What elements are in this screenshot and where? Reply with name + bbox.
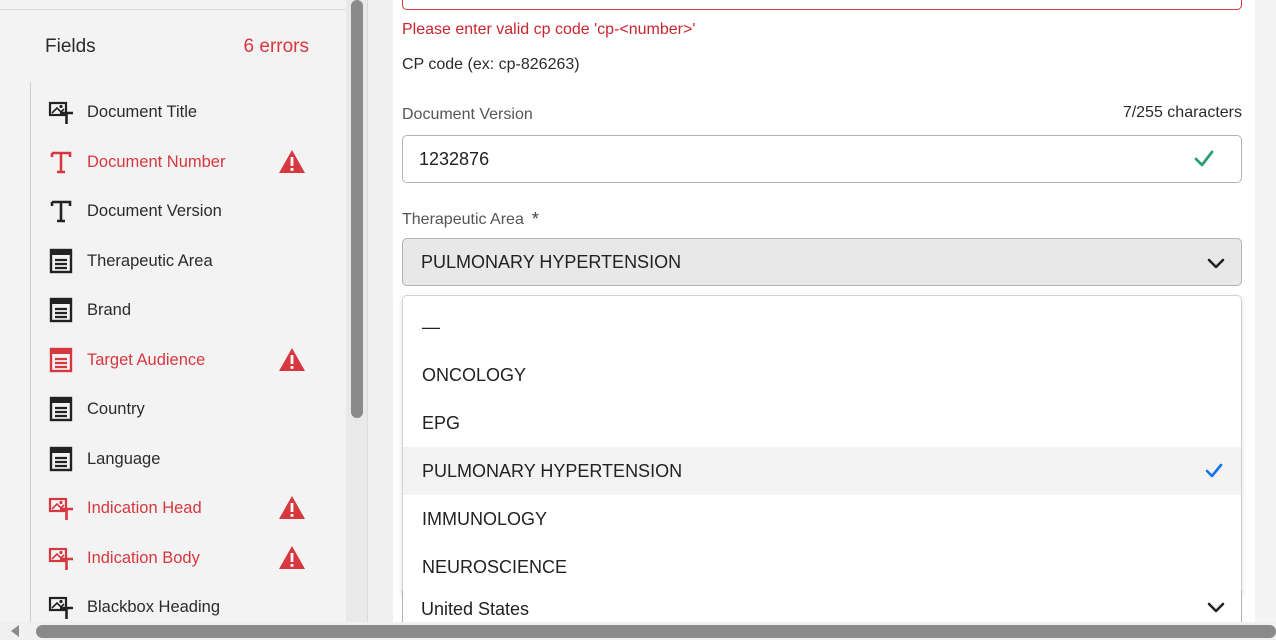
field-label: Blackbox Heading: [87, 597, 220, 616]
image-text-icon: [47, 98, 75, 126]
text-icon: [47, 148, 75, 176]
right-gutter: [1255, 0, 1276, 622]
field-item-document-number[interactable]: Document Number: [47, 144, 317, 180]
field-item-therapeutic-area[interactable]: Therapeutic Area: [47, 243, 317, 279]
checkmark-icon: [1204, 461, 1224, 481]
therapeutic-area-select[interactable]: PULMONARY HYPERTENSION: [402, 238, 1242, 286]
field-item-indication-head[interactable]: Indication Head: [47, 490, 317, 526]
list-icon: [47, 346, 75, 374]
field-item-language[interactable]: Language: [47, 441, 317, 477]
tree-line: [30, 82, 31, 627]
fields-title: Fields: [45, 36, 96, 57]
field-label: Document Number: [87, 152, 226, 171]
option-label: IMMUNOLOGY: [422, 508, 548, 529]
option-oncology[interactable]: ONCOLOGY: [403, 351, 1241, 399]
option-neuroscience[interactable]: NEUROSCIENCE: [403, 543, 1241, 591]
alert-icon: [278, 495, 306, 521]
option-epg[interactable]: EPG: [403, 399, 1241, 447]
option-label: NEUROSCIENCE: [422, 556, 568, 577]
text-icon: [47, 197, 75, 225]
option-none[interactable]: —: [403, 303, 1241, 351]
therapeutic-area-label-row: Therapeutic Area *: [402, 209, 539, 230]
cp-code-help-text: CP code (ex: cp-826263): [402, 56, 580, 73]
app-root: Fields 6 errors Document Title Document …: [0, 0, 1276, 640]
field-item-indication-body[interactable]: Indication Body: [47, 540, 317, 576]
checkmark-icon: [1193, 148, 1215, 170]
field-item-document-title[interactable]: Document Title: [47, 94, 317, 130]
fields-panel: Fields 6 errors Document Title Document …: [0, 0, 346, 627]
required-asterisk: *: [531, 209, 539, 229]
horizontal-scrollbar-thumb[interactable]: [36, 625, 1276, 638]
therapeutic-area-value: PULMONARY HYPERTENSION: [421, 251, 682, 272]
vertical-scrollbar-thumb[interactable]: [351, 0, 363, 418]
therapeutic-area-label: Therapeutic Area: [402, 210, 524, 228]
option-label: EPG: [422, 412, 461, 433]
character-count: 7/255 characters: [1122, 104, 1242, 121]
option-label: ONCOLOGY: [422, 364, 527, 385]
field-label: Country: [87, 399, 145, 418]
image-text-icon: [47, 593, 75, 621]
field-label: Document Version: [87, 201, 222, 220]
country-value: United States: [421, 599, 530, 619]
field-label: Language: [87, 449, 161, 468]
image-text-icon: [47, 494, 75, 522]
chevron-down-icon: [1207, 599, 1225, 613]
cp-code-error-message: Please enter valid cp code 'cp-<number>': [402, 21, 696, 38]
option-label: —: [422, 316, 440, 337]
field-label: Therapeutic Area: [87, 251, 213, 270]
chevron-down-icon: [1207, 255, 1225, 269]
alert-icon: [278, 149, 306, 175]
field-label: Indication Head: [87, 498, 202, 517]
option-immunology[interactable]: IMMUNOLOGY: [403, 495, 1241, 543]
list-icon: [47, 395, 75, 423]
field-item-country[interactable]: Country: [47, 391, 317, 427]
alert-icon: [278, 347, 306, 373]
field-item-target-audience[interactable]: Target Audience: [47, 342, 317, 378]
therapeutic-area-dropdown: — ONCOLOGY EPG PULMONARY HYPERTENSION IM…: [402, 295, 1242, 597]
document-version-label: Document Version: [402, 106, 533, 123]
list-icon: [47, 296, 75, 324]
field-item-blackbox-heading[interactable]: Blackbox Heading: [47, 589, 317, 625]
cp-code-input[interactable]: [402, 0, 1242, 10]
field-label: Document Title: [87, 102, 198, 121]
divider: [0, 9, 346, 10]
option-pulmonary-hypertension[interactable]: PULMONARY HYPERTENSION: [403, 447, 1241, 495]
field-label: Brand: [87, 300, 132, 319]
image-text-icon: [47, 544, 75, 572]
list-icon: [47, 247, 75, 275]
document-version-input[interactable]: 1232876: [402, 135, 1242, 183]
list-icon: [47, 445, 75, 473]
field-label: Indication Body: [87, 548, 200, 567]
scroll-left-arrow-icon[interactable]: [8, 624, 22, 638]
field-label: Target Audience: [87, 350, 206, 369]
errors-count[interactable]: 6 errors: [244, 36, 309, 58]
alert-icon: [278, 545, 306, 571]
field-item-document-version[interactable]: Document Version: [47, 193, 317, 229]
document-version-value: 1232876: [419, 148, 490, 169]
option-label: PULMONARY HYPERTENSION: [422, 460, 683, 481]
field-item-brand[interactable]: Brand: [47, 292, 317, 328]
